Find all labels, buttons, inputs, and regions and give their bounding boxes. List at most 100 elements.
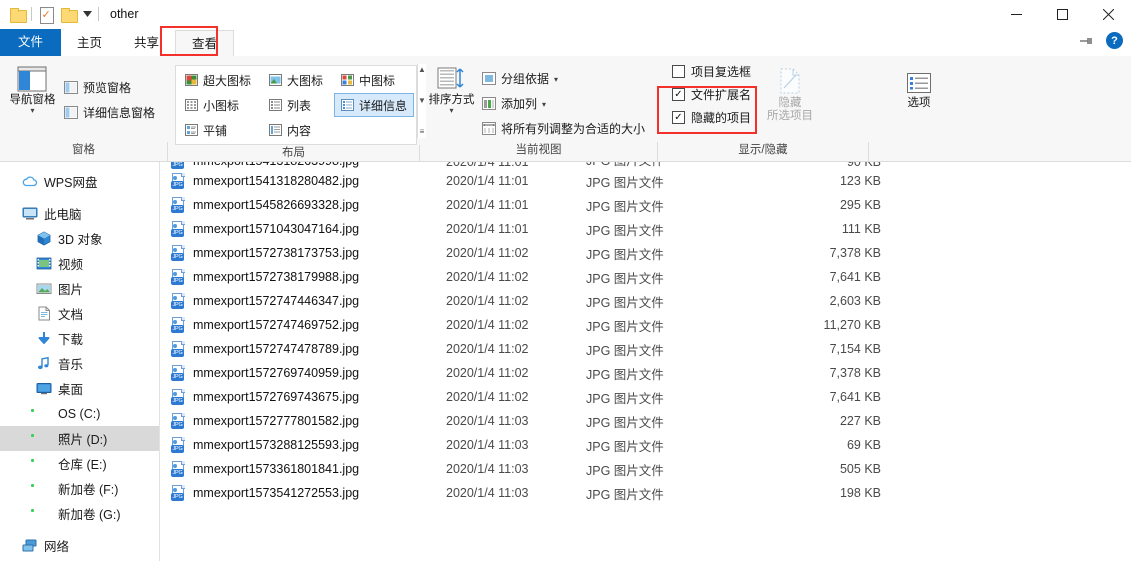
sidebar-item-drive-e[interactable]: 仓库 (E:) — [0, 451, 159, 476]
table-row[interactable]: JPG mmexport1572777801582.jpg 2020/1/4 1… — [161, 409, 1131, 433]
table-row[interactable]: JPG mmexport1541318263998.jpg 2020/1/4 1… — [161, 162, 1131, 169]
hidden-items-option[interactable]: ✓ 隐藏的项目 — [668, 106, 755, 129]
sidebar-item-downloads[interactable]: 下载 — [0, 326, 159, 351]
sidebar-item-documents[interactable]: 文档 — [0, 301, 159, 326]
table-row[interactable]: JPG mmexport1572769740959.jpg 2020/1/4 1… — [161, 361, 1131, 385]
layout-large-icons[interactable]: 大图标 — [262, 68, 330, 92]
sidebar-item-pictures[interactable]: 图片 — [0, 276, 159, 301]
layout-content[interactable]: 内容 — [262, 118, 330, 142]
file-name: mmexport1572738179988.jpg — [193, 270, 360, 284]
qat-divider-1 — [31, 7, 32, 21]
sort-by-button[interactable]: 排序方式 ▾ — [427, 61, 476, 115]
sidebar-item-drive-f[interactable]: 新加卷 (F:) — [0, 476, 159, 501]
file-name-cell: JPG mmexport1545826693328.jpg — [161, 197, 446, 213]
file-date-cell: 2020/1/4 11:01 — [446, 198, 529, 212]
layout-list[interactable]: 列表 — [262, 93, 330, 117]
hide-selected-label-1: 隐藏 — [778, 97, 802, 109]
file-name: mmexport1571043047164.jpg — [193, 222, 360, 236]
table-row[interactable]: JPG mmexport1572738173753.jpg 2020/1/4 1… — [161, 241, 1131, 265]
sidebar-item-drive-c[interactable]: OS (C:) — [0, 401, 159, 426]
sidebar-item-desktop[interactable]: 桌面 — [0, 376, 159, 401]
tab-file[interactable]: 文件 — [0, 29, 62, 56]
file-name-cell: JPG mmexport1573541272553.jpg — [161, 485, 446, 501]
new-folder-icon[interactable] — [57, 3, 79, 25]
sidebar-item-drive-d[interactable]: 照片 (D:) — [0, 426, 159, 451]
checkbox-unchecked-icon[interactable] — [672, 65, 685, 78]
jpg-file-icon: JPG — [171, 221, 186, 237]
layout-label: 平铺 — [203, 123, 228, 138]
table-row[interactable]: JPG mmexport1541318280482.jpg 2020/1/4 1… — [161, 169, 1131, 193]
add-columns-button[interactable]: 添加列 ▾ — [476, 91, 651, 115]
table-row[interactable]: JPG mmexport1572747446347.jpg 2020/1/4 1… — [161, 289, 1131, 313]
sidebar-item-wps-cloud[interactable]: WPS网盘 — [0, 169, 159, 194]
tab-view[interactable]: 查看 — [175, 30, 235, 56]
layout-label: 内容 — [287, 123, 312, 138]
layout-small-icons[interactable]: 小图标 — [178, 93, 258, 117]
jpg-file-icon: JPG — [171, 485, 186, 501]
layout-medium-icons[interactable]: 中图标 — [334, 68, 414, 92]
drive-icon — [36, 431, 52, 446]
help-icon[interactable]: ? — [1106, 32, 1123, 49]
maximize-button[interactable] — [1039, 0, 1085, 28]
collapse-ribbon-icon[interactable] — [1078, 33, 1094, 49]
checkbox-checked-icon[interactable]: ✓ — [672, 111, 685, 124]
file-type-cell: JPG 图片文件 — [586, 295, 664, 310]
sidebar-item-3d-objects[interactable]: 3D 对象 — [0, 226, 159, 251]
file-name-cell: JPG mmexport1572777801582.jpg — [161, 413, 446, 429]
navigation-pane-button[interactable]: 导航窗格 ▾ — [7, 61, 58, 115]
ribbon-group-layout-label: 布局 — [168, 145, 420, 162]
sidebar-item-music[interactable]: 音乐 — [0, 351, 159, 376]
file-extensions-option[interactable]: ✓ 文件扩展名 — [668, 83, 755, 106]
tab-share[interactable]: 共享 — [118, 30, 175, 56]
table-row[interactable]: JPG mmexport1573541272553.jpg 2020/1/4 1… — [161, 481, 1131, 505]
table-row[interactable]: JPG mmexport1572747469752.jpg 2020/1/4 1… — [161, 313, 1131, 337]
layout-details[interactable]: 详细信息 — [334, 93, 415, 117]
options-button[interactable]: 选项 — [890, 66, 948, 111]
file-type-cell: JPG 图片文件 — [586, 463, 664, 478]
table-row[interactable]: JPG mmexport1572738179988.jpg 2020/1/4 1… — [161, 265, 1131, 289]
chevron-down-icon[interactable]: ▾ — [554, 76, 558, 84]
sidebar-item-videos[interactable]: 视频 — [0, 251, 159, 276]
minimize-button[interactable] — [993, 0, 1039, 28]
show-hide-checkboxes: 项目复选框 ✓ 文件扩展名 ✓ 隐藏的项目 — [668, 60, 755, 129]
table-row[interactable]: JPG mmexport1545826693328.jpg 2020/1/4 1… — [161, 193, 1131, 217]
ribbon-group-options: 选项 — [869, 56, 969, 161]
table-row[interactable]: JPG mmexport1572769743675.jpg 2020/1/4 1… — [161, 385, 1131, 409]
properties-icon[interactable]: ✓ — [35, 3, 57, 25]
folder-icon[interactable] — [6, 3, 28, 25]
sidebar-item-this-pc[interactable]: 此电脑 — [0, 201, 159, 226]
details-pane-button[interactable]: 详细信息窗格 — [58, 100, 161, 124]
hide-selected-items-button[interactable]: 隐藏 所选项目 — [761, 62, 819, 124]
table-row[interactable]: JPG mmexport1571043047164.jpg 2020/1/4 1… — [161, 217, 1131, 241]
file-name: mmexport1572747446347.jpg — [193, 294, 360, 308]
chevron-down-icon[interactable]: ▾ — [449, 107, 453, 115]
jpg-file-icon: JPG — [171, 389, 186, 405]
file-name-cell: JPG mmexport1572769743675.jpg — [161, 389, 446, 405]
layout-tiles[interactable]: 平铺 — [178, 118, 258, 142]
layout-label: 大图标 — [287, 73, 324, 88]
chevron-down-icon[interactable]: ▾ — [30, 107, 34, 115]
sidebar-item-network[interactable]: 网络 — [0, 533, 159, 558]
item-checkboxes-option[interactable]: 项目复选框 — [668, 60, 755, 83]
table-row[interactable]: JPG mmexport1572747478789.jpg 2020/1/4 1… — [161, 337, 1131, 361]
sidebar-label: WPS网盘 — [44, 176, 98, 190]
computer-icon — [22, 206, 38, 221]
file-list[interactable]: JPG mmexport1541318263998.jpg 2020/1/4 1… — [161, 162, 1131, 561]
table-row[interactable]: JPG mmexport1573288125593.jpg 2020/1/4 1… — [161, 433, 1131, 457]
file-type-cell: JPG 图片文件 — [586, 162, 751, 169]
tab-home[interactable]: 主页 — [61, 30, 118, 56]
file-size-cell: 123 KB — [839, 174, 881, 188]
file-name-cell: JPG mmexport1572769740959.jpg — [161, 365, 446, 381]
table-row[interactable]: JPG mmexport1573361801841.jpg 2020/1/4 1… — [161, 457, 1131, 481]
sidebar-item-drive-g[interactable]: 新加卷 (G:) — [0, 501, 159, 526]
chevron-down-icon[interactable] — [79, 3, 95, 25]
checkbox-checked-icon[interactable]: ✓ — [672, 88, 685, 101]
layout-extra-large-icons[interactable]: 超大图标 — [178, 68, 258, 92]
file-name: mmexport1572769743675.jpg — [193, 390, 360, 404]
close-button[interactable] — [1085, 0, 1131, 28]
size-all-columns-button[interactable]: 将所有列调整为合适的大小 — [476, 116, 651, 140]
preview-pane-button[interactable]: 预览窗格 — [58, 75, 161, 99]
file-type-cell: JPG 图片文件 — [586, 487, 664, 502]
group-by-button[interactable]: 分组依据 ▾ — [476, 66, 651, 90]
chevron-down-icon[interactable]: ▾ — [542, 101, 546, 109]
